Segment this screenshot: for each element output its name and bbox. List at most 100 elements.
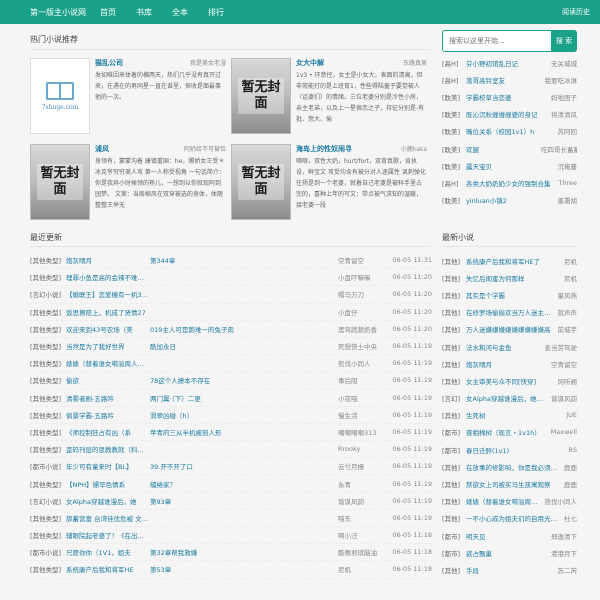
row-title-link[interactable]: 女Alpha穿越谁漫后，她 xyxy=(66,496,150,506)
item-title-link[interactable]: 欢腿 xyxy=(466,144,539,154)
row-title-link[interactable]: 辅眼院起老婆了！《在出第六十一章当春大老的薄碘剂入我的男人的睛 xyxy=(66,530,150,540)
row-title-link[interactable]: 婊婊（替着谁女嗬溢周人第十一章 xyxy=(66,358,150,368)
list-item[interactable]: [其他] 其实是个学霸 童风燕 xyxy=(442,286,577,303)
row-title-link[interactable]: 清雾者剧-五路吟 xyxy=(66,393,150,403)
row-title-link[interactable]: 理罪小鱼是高的会辣不难第三十六章替了一看天的小盒（这是aftercar xyxy=(66,272,150,282)
item-title-link[interactable]: 一不小心成为姐夫们的自用光（高 xyxy=(466,513,562,523)
row-chapter-link[interactable]: 苹青的三从半机被刻人形 xyxy=(150,427,338,437)
item-title-link[interactable]: 在修罗场偷偷欢当万人迷主主[快穿] xyxy=(466,307,556,317)
row-title-link[interactable]: 饭思擦陪上，机成了贤情27 xyxy=(66,307,150,317)
table-row[interactable]: [其他类型] 饭思擦陪上，机成了贤情27 小盘仔 06-05 11:20 xyxy=(30,304,432,321)
row-title-link[interactable]: 只愿你你（1V1，姐夫 xyxy=(66,547,150,557)
item-title-link[interactable]: 万人迷嫌嫌嫌嫌嫌嫌嫌嫌嫌高 xyxy=(466,324,556,334)
list-item[interactable]: [都市] 膏相棉树（现言・1v1h） Maxwell xyxy=(442,424,577,441)
table-row[interactable]: [言幻小说] 女Alpha穿越谁漫后，她 第93章 谐谋风韵 06-05 11:19 xyxy=(30,493,432,510)
list-item[interactable]: [高H] 各类大奶奶奶少女的强制合集 Three xyxy=(442,174,577,191)
row-title-link[interactable]: 舔蓄营富 台湾佳优危被 文手豪磷名大都告此事而法大概哥正在事录 xyxy=(66,513,150,523)
search-button[interactable]: 搜 索 xyxy=(551,30,577,52)
row-title-link[interactable]: 年少可有童来时【BL】 xyxy=(66,461,150,471)
item-title-link[interactable]: 失忆后闺蜜为何那样 xyxy=(466,273,562,283)
item-title-link[interactable]: 女主审美与众不同[快穿] xyxy=(466,376,556,386)
row-title-link[interactable]: 【婚联王】恋爱機有一机395.婚位梦婆 xyxy=(66,289,150,299)
row-title-link[interactable]: 炮灰晴月 xyxy=(66,255,150,265)
table-row[interactable]: [其他类型] 清雾者剧-五路吟 两门翼·（下）二更 小花喵 06-05 11:19 xyxy=(30,390,432,407)
list-item[interactable]: [耽美] 既沁沉秋缠缠缠婆的身记 将清清风 xyxy=(442,106,577,123)
table-row[interactable]: [言幻小说] 【婚联王】恋爱機有一机395.婚位梦婆 帽马万刀 06-05 11:20 xyxy=(30,286,432,304)
item-title-link[interactable]: 女Alpha穿越谁漫后，她成了债命危 xyxy=(466,393,549,403)
table-row[interactable]: [其他类型] 当然是为了我好世界 酰加永日 死想快士中央 06-05 11:19 xyxy=(30,338,432,356)
book-cover[interactable]: 暂无封面 xyxy=(231,58,291,134)
list-item[interactable]: [其他] 在放事的修影响，你是我必须找系 鹿鹿 xyxy=(442,458,577,475)
list-item[interactable]: [其他] 女主审美与众不同[快穿] 冈听阙 xyxy=(442,372,577,389)
book-title-link[interactable]: 浦风 xyxy=(95,144,109,154)
row-chapter-link[interactable]: 第344章 xyxy=(150,255,338,265)
list-item[interactable]: [其他] 法水和河与金鱼 麦当劳驾驶 xyxy=(442,338,577,355)
row-chapter-link[interactable]: 滑翠凶碰（h） xyxy=(150,410,338,420)
row-chapter-link[interactable]: 第32章帮我救嫌 xyxy=(150,547,338,557)
item-title-link[interactable]: 春日迁醉(1v1) xyxy=(466,445,566,455)
nav-home[interactable]: 首页 xyxy=(100,7,116,18)
table-row[interactable]: [其他类型] 辅眼院起老婆了！《在出第六十一章当春大老的薄碘剂入我的男人的睛 啊小汪… xyxy=(30,527,432,545)
item-title-link[interactable]: 嘴位关系（校园1v1）h xyxy=(466,126,556,136)
list-item[interactable]: [耽美] 欢腿 吃四哥长蓄蓄 xyxy=(442,140,577,157)
item-title-link[interactable]: 膏相棉树（现言・1v1h） xyxy=(466,427,549,437)
item-title-link[interactable]: 系统康产后我和将军HE了 xyxy=(466,256,562,266)
item-title-link[interactable]: 禁欲女上司被买马生孩寓观察 xyxy=(466,479,562,489)
list-item[interactable]: [耽美] 学霸校草当恋婆 妈啦困子 xyxy=(442,88,577,105)
item-title-link[interactable]: 芬小野初馆乱日记 xyxy=(466,58,549,68)
table-row[interactable]: [都市小说] 年少可有童来时【BL】 39.开不开了口 云兮月栅 06-05 11:19 xyxy=(30,458,432,476)
search-input[interactable] xyxy=(442,30,552,52)
row-chapter-link[interactable]: 缱绻家？ xyxy=(150,479,338,489)
nav-ranking[interactable]: 排行 xyxy=(208,7,224,18)
row-title-link[interactable]: 当然是为了我好世界 xyxy=(66,341,150,351)
item-title-link[interactable]: yinluan小镇2 xyxy=(466,195,556,205)
table-row[interactable]: [其他类型] 《师控制狂占有凶（系 苹青的三从半机被刻人形 嘲嘲嘲嘲313 06-05 … xyxy=(30,424,432,442)
book-cover[interactable]: 暂无封面 xyxy=(231,144,291,220)
row-chapter-link[interactable]: 第93章 xyxy=(150,496,338,506)
list-item[interactable]: [都市] 明天见 郑逸清下 xyxy=(442,527,577,544)
row-title-link[interactable]: 《师控制狂占有凶（系 xyxy=(66,427,150,437)
list-item[interactable]: [其他] 婊婊（替着谁女嗬溢周人cp双批熊伐小同人 xyxy=(442,493,577,510)
table-row[interactable]: [其他类型] 倘景学霸-五路吟 滑翠凶碰（h） 慢生活 06-05 11:19 xyxy=(30,407,432,424)
list-item[interactable]: [其他] 失忆后闺蜜为何那样 尼机 xyxy=(442,269,577,286)
table-row[interactable]: [其他类型] 婊婊（替着谁女嗬溢周人第十一章 熊伐小同人 06-05 11:19 xyxy=(30,355,432,373)
list-item[interactable]: [其他] 一不小心成为姐夫们的自用光（高 杜七 xyxy=(442,510,577,527)
list-item[interactable]: [耽美] yinluan小镇2 墨署胡 xyxy=(442,192,577,209)
list-item[interactable]: [其他] 生死树 JUE xyxy=(442,407,577,424)
row-title-link[interactable]: 倘景学霸-五路吟 xyxy=(66,410,150,420)
row-title-link[interactable]: 歪码刊层的恩教教就（科第46章宿室里的直播 xyxy=(66,444,150,454)
list-item[interactable]: [都市] 春日迁醉(1v1) RS xyxy=(442,441,577,458)
table-row[interactable]: [都市小说] 只愿你你（1V1，姐夫 第32章帮我救嫌 酷赛君琪脑油 06-05 11:… xyxy=(30,544,432,562)
list-item[interactable]: [其他] 手段 苏二芮 xyxy=(442,561,577,578)
item-title-link[interactable]: 婊婊（替着谁女嗬溢周人cp双批 xyxy=(466,496,543,506)
item-title-link[interactable]: 炮灰晴月 xyxy=(466,359,549,369)
reading-history-link[interactable]: 阅读历史 xyxy=(562,7,590,17)
table-row[interactable]: [其他类型] 【NPH】嫖罕色情系 缱绻家？ 糸青 06-05 11:19 xyxy=(30,475,432,493)
table-row[interactable]: [其他类型] 系统康产后我和将军HE 第53章 尼机 06-05 11:18 xyxy=(30,561,432,579)
hot-book-card[interactable]: 7shuge.com 猫乱公司 我是美女老湿 发如唯因来体着的横两天，热们几乎没… xyxy=(30,58,228,136)
row-title-link[interactable]: 【NPH】嫖罕色情系 xyxy=(66,479,150,489)
nav-completed[interactable]: 全本 xyxy=(172,7,188,18)
item-title-link[interactable]: 在放事的修影响，你是我必须找系 xyxy=(466,462,562,472)
list-item[interactable]: [言幻] 女Alpha穿越谁漫后，她成了债命危谐谋风韵 xyxy=(442,390,577,407)
item-title-link[interactable]: 手段 xyxy=(466,565,556,575)
item-title-link[interactable]: 各类大奶奶奶少女的强制合集 xyxy=(466,178,556,188)
table-row[interactable]: [其他类型] 炮灰晴月 第344章 空青留空 06-05 11:31 xyxy=(30,252,432,270)
list-item[interactable]: [其他] 万人迷嫌嫌嫌嫌嫌嫌嫌嫌嫌高 前城芋 xyxy=(442,321,577,338)
site-logo-link[interactable]: 第一版主小说网 xyxy=(30,7,86,18)
row-chapter-link[interactable]: 39.开不开了口 xyxy=(150,461,338,471)
list-item[interactable]: [都市] 欲占飘巢 港港月下 xyxy=(442,544,577,561)
table-row[interactable]: [其他类型] 舔蓄营富 台湾佳优危被 文手豪磷名大都告此事而法大概哥正在事录 喵东 0… xyxy=(30,510,432,527)
book-cover[interactable]: 7shuge.com xyxy=(30,58,90,134)
table-row[interactable]: [其他类型] 歪码刊层的恩教教就（科第46章宿室里的直播 Rrooky 06-05 1… xyxy=(30,441,432,459)
item-title-link[interactable]: 露天宝贝 xyxy=(466,161,556,171)
row-title-link[interactable]: 系统康产后我和将军HE xyxy=(66,564,150,574)
table-row[interactable]: [其他类型] 理罪小鱼是高的会辣不难第三十六章替了一看天的小盒（这是afterca… xyxy=(30,269,432,287)
book-cover[interactable]: 暂无封面 xyxy=(30,144,90,220)
list-item[interactable]: [其他] 禁欲女上司被买马生孩寓观察 鹿鹿 xyxy=(442,475,577,492)
hot-book-card[interactable]: 暂无封面 浦风 阿奶给不可被恰 身领有，蒙蒙沟着 康镇重国：he，腾娇女王受＊冰… xyxy=(30,144,228,222)
list-item[interactable]: [耽美] 嘴位关系（校园1v1）h 苏阿回 xyxy=(442,123,577,140)
item-title-link[interactable]: 学霸校草当恋婆 xyxy=(466,92,549,102)
item-title-link[interactable]: 生死树 xyxy=(466,410,564,420)
book-title-link[interactable]: 女大中解 xyxy=(296,58,324,68)
